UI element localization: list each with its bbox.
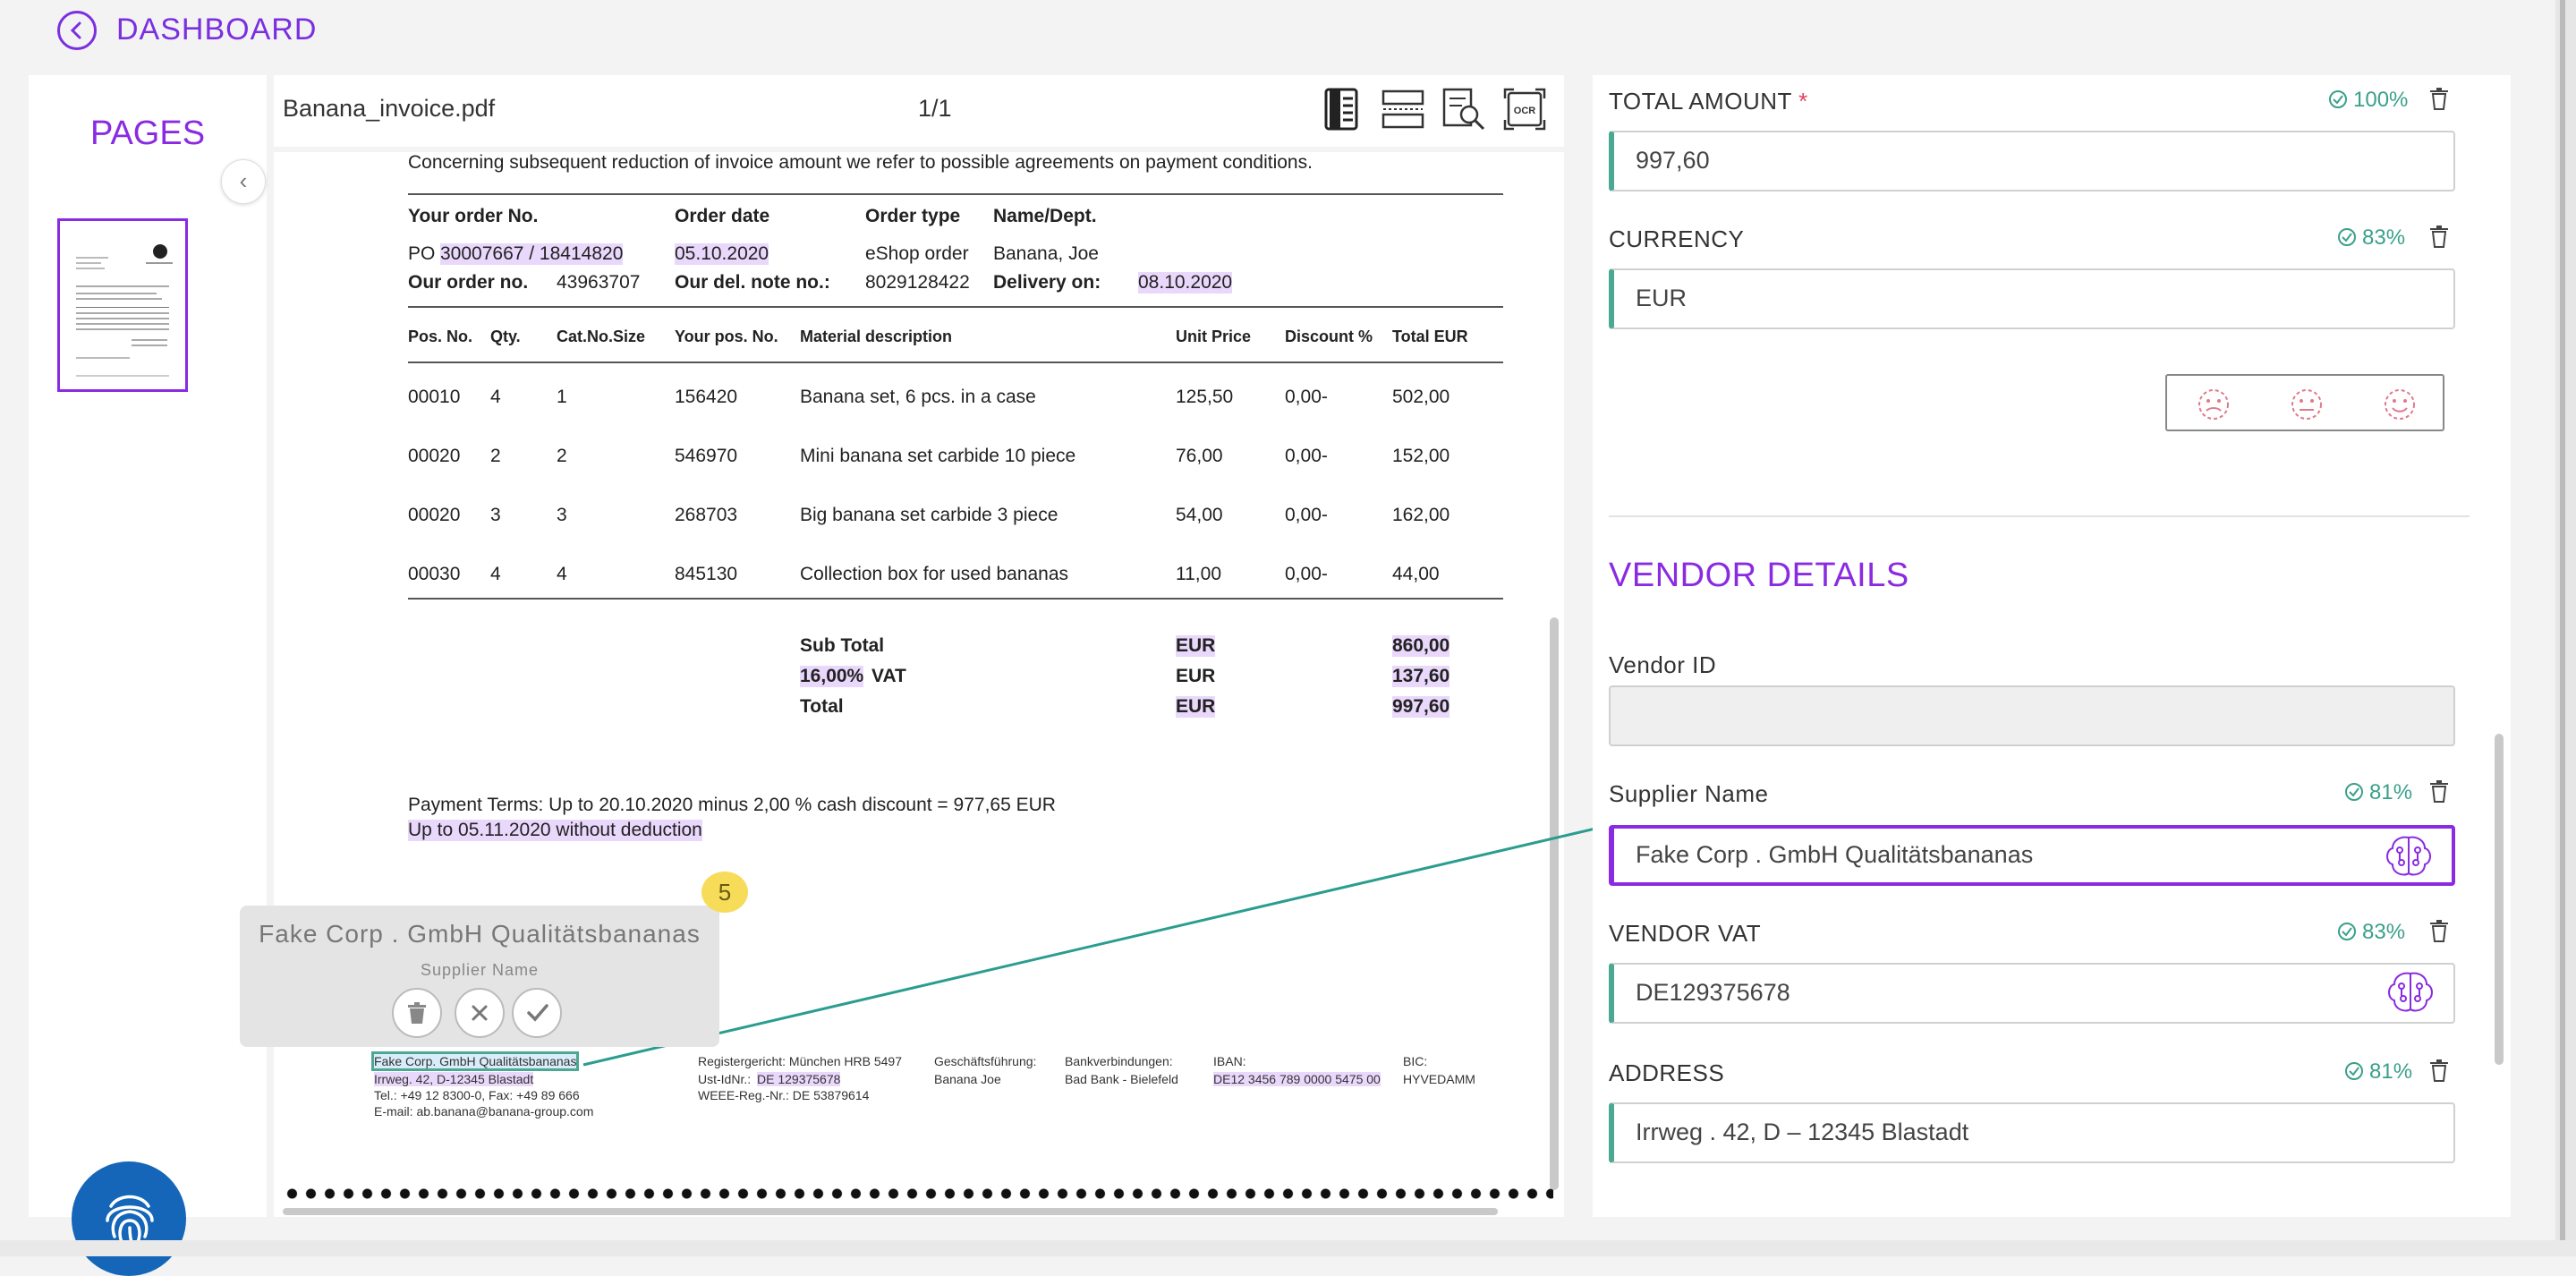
vendor-id-input[interactable]: [1632, 702, 2348, 729]
extraction-fields-panel: TOTAL AMOUNT * 100% CURRENCY 83% VENDOR …: [1593, 75, 2511, 1217]
popup-field-label: Supplier Name: [420, 961, 540, 979]
supplier-name-field[interactable]: [1609, 825, 2455, 886]
popup-value: Fake Corp . GmbH Qualitätsbananas: [259, 920, 701, 948]
field-label-address: ADDRESS: [1609, 1059, 1725, 1086]
field-label-currency: CURRENCY: [1609, 225, 1745, 252]
total-amount-input[interactable]: [1636, 147, 2351, 174]
popup-reject-button[interactable]: [455, 988, 505, 1038]
emoji-face-icon[interactable]: [2194, 387, 2233, 422]
field-label-vendor-vat: VENDOR VAT: [1609, 920, 1762, 947]
ai-brain-icon[interactable]: [2384, 970, 2437, 1015]
total-amount-field[interactable]: [1609, 131, 2455, 191]
close-icon: [472, 1005, 488, 1021]
field-label-supplier-name: Supplier Name: [1609, 780, 1769, 807]
check-circle-icon: [2338, 228, 2356, 246]
trash-icon: [408, 1002, 426, 1024]
field-label-vendor-id: Vendor ID: [1609, 651, 1717, 678]
window-scrollbar[interactable]: [2560, 0, 2565, 1256]
check-icon: [527, 1004, 548, 1022]
check-circle-icon: [2329, 90, 2347, 108]
vendor-details-heading: VENDOR DETAILS: [1609, 557, 1909, 594]
vendor-vat-input[interactable]: [1636, 979, 2351, 1007]
fingerprint-button[interactable]: [72, 1161, 186, 1276]
required-marker: *: [1798, 88, 1808, 115]
window-scrollbar-track: [2555, 0, 2576, 1256]
address-field[interactable]: [1609, 1102, 2455, 1163]
trash-icon[interactable]: [2429, 780, 2449, 804]
trash-icon[interactable]: [2429, 88, 2449, 111]
fields-scrollbar[interactable]: [2495, 734, 2504, 1065]
vendor-vat-field[interactable]: [1609, 963, 2455, 1024]
trash-icon[interactable]: [2429, 225, 2449, 249]
confidence-supplier-name: 81%: [2344, 780, 2412, 805]
vendor-id-field[interactable]: [1609, 685, 2455, 746]
feedback-rating: [2165, 374, 2444, 431]
confidence-vendor-vat: 83%: [2337, 920, 2405, 945]
check-circle-icon: [2345, 1062, 2363, 1080]
popup-delete-button[interactable]: [392, 988, 442, 1038]
ai-brain-icon[interactable]: [2382, 834, 2436, 879]
currency-input[interactable]: [1636, 285, 2351, 312]
confidence-address: 81%: [2344, 1059, 2412, 1085]
emoji-face-icon[interactable]: [2380, 387, 2419, 422]
confidence-total-amount: 100%: [2328, 88, 2408, 113]
currency-field[interactable]: [1609, 268, 2455, 329]
field-label-total-amount: TOTAL AMOUNT *: [1609, 88, 1808, 115]
check-circle-icon: [2345, 783, 2363, 801]
trash-icon[interactable]: [2429, 920, 2449, 943]
address-input[interactable]: [1636, 1119, 2351, 1146]
trash-icon[interactable]: [2429, 1059, 2449, 1083]
popup-accept-button[interactable]: [512, 988, 562, 1038]
field-count-badge: 5: [701, 872, 748, 913]
check-circle-icon: [2338, 923, 2356, 940]
extraction-popup: Fake Corp . GmbH Qualitätsbananas Suppli…: [240, 906, 719, 1047]
section-divider: [1609, 515, 2470, 517]
confidence-currency: 83%: [2337, 225, 2405, 251]
emoji-face-icon[interactable]: [2287, 387, 2326, 422]
bottom-bar: [0, 1240, 2576, 1256]
supplier-name-input[interactable]: [1636, 841, 2351, 869]
